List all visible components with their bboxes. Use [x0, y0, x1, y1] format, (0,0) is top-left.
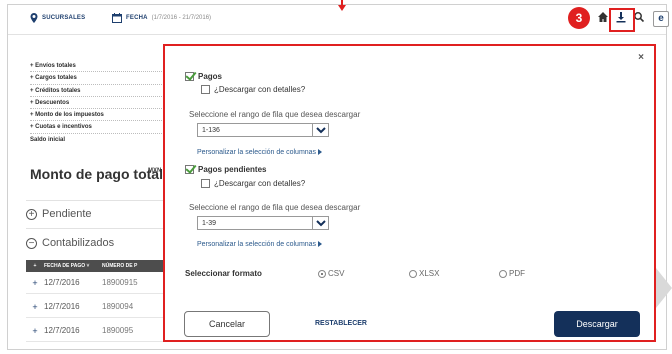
summary-row[interactable]: + Cargos totales — [30, 72, 170, 85]
pendientes-customize-columns-link[interactable]: Personalizar la selección de columnas — [197, 241, 323, 248]
chevron-down-icon — [312, 217, 328, 229]
pagos-checkbox-row[interactable]: Pagos — [185, 72, 222, 81]
pendientes-details-row[interactable]: ¿Descargar con detalles? — [201, 179, 305, 188]
summary-row[interactable]: + Envíos totales — [30, 60, 170, 73]
divider — [26, 228, 176, 229]
download-button[interactable]: Descargar — [554, 311, 640, 337]
row-number: 18900915​ — [102, 278, 138, 287]
format-option-label: CSV — [328, 269, 345, 278]
location-pin-icon — [30, 13, 38, 23]
expand-row-icon[interactable]: + — [26, 326, 44, 336]
reset-button[interactable]: RESTABLECER — [315, 320, 367, 327]
divider — [26, 200, 176, 201]
table-row[interactable]: + 12/7/2016 1890094​ — [26, 296, 166, 318]
row-number: 1890095​ — [102, 326, 134, 335]
format-option-pdf[interactable]: PDF — [499, 269, 525, 278]
radio-pdf[interactable] — [499, 269, 507, 278]
row-date: 12/7/2016 — [44, 302, 80, 311]
row-date: 12/7/2016 — [44, 326, 80, 335]
column-header-fecha[interactable]: FECHA DE PAGO ˅ — [44, 263, 102, 269]
minus-circle-icon: − — [26, 237, 37, 249]
radio-csv[interactable] — [318, 269, 326, 278]
fecha-filter[interactable]: FECHA (1/7/2016 - 21/7/2016) — [112, 13, 211, 23]
row-date: 12/7/2016 — [44, 278, 80, 287]
fecha-label: FECHA — [126, 15, 148, 21]
radio-xlsx[interactable] — [409, 269, 417, 278]
pagos-details-row[interactable]: ¿Descargar con detalles? — [201, 85, 305, 94]
format-option-xlsx[interactable]: XLSX — [409, 269, 439, 278]
pendientes-label: Pagos pendientes — [198, 165, 267, 174]
callout-arrow-head — [338, 5, 346, 11]
pendiente-section-toggle[interactable]: + Pendiente — [26, 208, 176, 220]
home-icon[interactable] — [597, 11, 609, 23]
calendar-icon — [112, 13, 122, 23]
cancel-button[interactable]: Cancelar — [184, 311, 270, 337]
expand-row-icon[interactable]: + — [26, 302, 44, 312]
e-button[interactable]: e — [653, 11, 669, 27]
format-option-csv[interactable]: CSV — [318, 269, 344, 278]
summary-list: + Envíos totales + Cargos totales + Créd… — [30, 60, 170, 146]
column-header-numero[interactable]: NÚMERO DE P — [102, 263, 137, 269]
pagos-label: Pagos — [198, 72, 223, 81]
pendientes-checkbox-row[interactable]: Pagos pendientes — [185, 165, 266, 174]
pagos-customize-text: Personalizar la selección de columnas — [197, 149, 317, 156]
contabilizados-label: Contabilizados — [42, 237, 115, 249]
pendientes-customize-text: Personalizar la selección de columnas — [197, 241, 317, 248]
table-header: + FECHA DE PAGO ˅ NÚMERO DE P — [26, 260, 166, 272]
sucursales-label: SUCURSALES — [42, 15, 86, 21]
summary-row[interactable]: + Créditos totales — [30, 85, 170, 97]
pendientes-details-label: ¿Descargar con detalles? — [214, 179, 306, 188]
monto-currency: MXN — [148, 168, 162, 174]
pagos-range-select[interactable]: 1-136 — [197, 123, 329, 137]
table-row[interactable]: + 12/7/2016 18900915​ — [26, 272, 166, 294]
monto-title: Monto de pago total — [30, 166, 163, 182]
close-icon[interactable]: × — [638, 52, 644, 63]
download-dialog: × Pagos ¿Descargar con detalles? Selecci… — [163, 44, 656, 342]
download-highlight-box — [609, 8, 635, 32]
contabilizados-section-toggle[interactable]: − Contabilizados — [26, 237, 176, 249]
format-option-label: XLSX — [419, 269, 440, 278]
pagos-range-label: Seleccione el rango de fila que desea de… — [189, 110, 361, 119]
table-row[interactable]: + 12/7/2016 1890095​ — [26, 320, 166, 342]
expand-column-header: + — [33, 263, 37, 269]
caret-right-icon — [318, 149, 323, 156]
pendientes-details-checkbox[interactable] — [201, 179, 210, 188]
pagos-details-label: ¿Descargar con detalles? — [214, 85, 306, 94]
summary-row[interactable]: + Cuotas e incentivos — [30, 121, 170, 134]
pagos-customize-columns-link[interactable]: Personalizar la selección de columnas — [197, 149, 323, 156]
row-number: 1890094​ — [102, 302, 134, 311]
chevron-down-icon — [312, 124, 328, 136]
caret-right-icon — [318, 241, 323, 248]
expand-row-icon[interactable]: + — [26, 278, 44, 288]
pendiente-label: Pendiente — [42, 208, 92, 220]
pendientes-range-value: 1-39 — [202, 219, 217, 227]
summary-row[interactable]: + Monto de los impuestos — [30, 109, 170, 122]
sucursales-filter[interactable]: SUCURSALES — [30, 13, 85, 23]
format-label: Seleccionar formato — [185, 269, 262, 278]
step-badge: 3 — [568, 7, 590, 29]
summary-row: Saldo inicial — [30, 136, 66, 143]
plus-circle-icon: + — [26, 208, 37, 220]
format-option-label: PDF — [509, 269, 525, 278]
pagos-range-value: 1-136 — [202, 126, 220, 134]
pendientes-range-select[interactable]: 1-39 — [197, 216, 329, 230]
pagos-details-checkbox[interactable] — [201, 85, 210, 94]
pendientes-range-label: Seleccione el rango de fila que desea de… — [189, 203, 361, 212]
fecha-range: (1/7/2016 - 21/7/2016) — [151, 15, 212, 21]
pendientes-checkbox[interactable] — [185, 165, 194, 174]
summary-row[interactable]: + Descuentos — [30, 97, 170, 110]
pagos-checkbox[interactable] — [185, 72, 194, 81]
